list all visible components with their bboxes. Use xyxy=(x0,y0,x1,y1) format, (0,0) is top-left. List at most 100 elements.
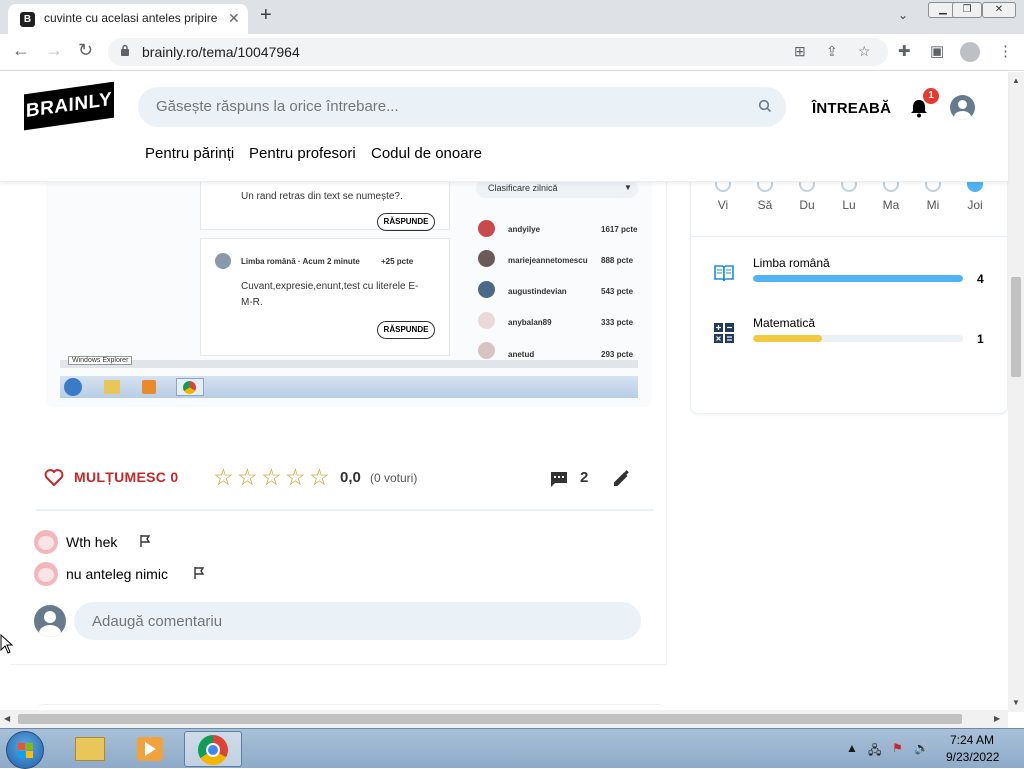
back-arrow-icon[interactable]: ← xyxy=(12,40,30,61)
embedded-answer-button: RĂSPUNDE xyxy=(377,321,435,339)
add-comment-field[interactable] xyxy=(74,602,641,640)
clock-date[interactable]: 9/23/2022 xyxy=(946,750,999,764)
embedded-rank-avatar xyxy=(478,250,495,267)
current-user-avatar xyxy=(34,605,66,637)
embedded-question-points: +25 pcte xyxy=(381,257,414,266)
search-bar[interactable] xyxy=(138,87,786,127)
tab-title: cuvinte cu acelasi anteles pripire xyxy=(44,11,218,25)
embedded-media-icon xyxy=(142,380,156,394)
embedded-rank-user: augustindevian xyxy=(508,287,567,296)
daily-activity-panel: Vi Să Du Lu Ma Mi Joi Limba română 4 Matematic… xyxy=(690,182,1008,414)
rating-star-icon[interactable]: ☆ xyxy=(237,464,258,491)
edit-pencil-icon[interactable] xyxy=(611,469,631,489)
action-center-icon[interactable]: ⚑ xyxy=(892,741,903,755)
user-avatar[interactable] xyxy=(950,95,975,120)
divider xyxy=(36,509,654,511)
nav-link-teachers[interactable]: Pentru profesori xyxy=(249,145,356,162)
address-bar[interactable]: brainly.ro/tema/10047964 ⊞ ⇪ ☆ xyxy=(108,38,888,66)
streak-empty-icon xyxy=(799,182,815,192)
search-input[interactable] xyxy=(156,98,716,115)
add-comment-input[interactable] xyxy=(92,613,592,630)
subject-count: 4 xyxy=(977,272,984,286)
embedded-question-text: M-R. xyxy=(241,297,263,308)
new-tab-button[interactable]: + xyxy=(260,4,272,27)
notification-count-badge: 1 xyxy=(923,88,939,104)
embedded-start-icon xyxy=(64,378,82,396)
flag-icon[interactable] xyxy=(192,566,206,580)
site-header: BRAINLY ÎNTREABĂ 1 Pentru părinți Pentru… xyxy=(0,72,1008,182)
close-window-button[interactable]: ✕ xyxy=(982,2,1016,18)
profile-icon[interactable] xyxy=(960,42,980,62)
heart-icon[interactable] xyxy=(44,469,64,487)
search-icon[interactable] xyxy=(758,99,772,113)
rating-star-icon[interactable]: ☆ xyxy=(213,464,234,491)
restore-button[interactable]: ❐ xyxy=(952,2,982,18)
comment-avatar[interactable] xyxy=(34,530,58,554)
flag-icon[interactable] xyxy=(138,534,152,548)
horizontal-scrollbar[interactable]: ◀ ▶ xyxy=(0,710,1008,728)
subject-label: Limba română xyxy=(753,256,830,270)
comments-icon[interactable] xyxy=(550,471,568,488)
bookmark-star-icon[interactable]: ☆ xyxy=(858,43,871,60)
embedded-rank-points: 333 pcte xyxy=(601,318,634,327)
weekday-item: Lu xyxy=(839,182,859,212)
scroll-down-arrow-icon[interactable]: ▼ xyxy=(1012,698,1020,707)
weekday-item: Vi xyxy=(713,182,733,212)
tab-search-chevron-icon[interactable]: ⌄ xyxy=(898,8,908,22)
weekday-label: Ma xyxy=(882,198,900,212)
answer-attachment-image: Un rand retras din text se numește?. RĂS… xyxy=(46,182,652,407)
menu-dots-icon[interactable]: ⋮ xyxy=(998,42,1013,60)
reload-icon[interactable]: ↻ xyxy=(78,40,93,61)
embedded-rank-points: 1617 pcte xyxy=(601,225,638,234)
weekday-label: Du xyxy=(799,198,815,212)
translate-icon[interactable]: ⊞ xyxy=(794,43,806,60)
clock-time[interactable]: 7:24 AM xyxy=(950,733,994,747)
network-icon[interactable]: 🖧 xyxy=(868,741,881,762)
lock-icon[interactable] xyxy=(120,44,130,57)
brainly-logo[interactable]: BRAINLY xyxy=(24,81,114,131)
forward-arrow-icon[interactable]: → xyxy=(45,40,63,61)
horizontal-scroll-thumb[interactable] xyxy=(18,714,962,724)
weekday-item: Ma xyxy=(881,182,901,212)
calculator-icon xyxy=(714,323,734,343)
ask-question-button[interactable]: ÎNTREABĂ xyxy=(812,100,891,117)
streak-empty-icon xyxy=(925,182,941,192)
scroll-left-arrow-icon[interactable]: ◀ xyxy=(4,714,10,723)
nav-link-honor-code[interactable]: Codul de onoare xyxy=(371,145,482,162)
chrome-icon xyxy=(198,735,228,765)
rating-star-icon[interactable]: ☆ xyxy=(309,464,330,491)
embedded-chrome-icon xyxy=(183,381,196,394)
taskbar-media-player[interactable] xyxy=(122,731,180,767)
taskbar-chrome[interactable] xyxy=(184,731,242,767)
share-icon[interactable]: ⇪ xyxy=(826,43,838,60)
nav-link-parents[interactable]: Pentru părinți xyxy=(145,145,234,162)
embedded-ranking-select: Clasificare zilnică ▼ xyxy=(476,182,638,198)
taskbar-explorer[interactable] xyxy=(62,731,120,767)
rating-star-icon[interactable]: ☆ xyxy=(261,464,282,491)
side-panel-icon[interactable]: ▣ xyxy=(930,42,944,60)
volume-icon[interactable]: 🔊 xyxy=(914,741,929,755)
answer-actions: MULȚUMESC 0 ☆ ☆ ☆ ☆ ☆ 0,0 (0 voturi) 2 xyxy=(10,457,667,497)
vertical-scroll-thumb[interactable] xyxy=(1011,277,1021,377)
browser-tab[interactable]: B cuvinte cu acelasi anteles pripire ✕ xyxy=(8,4,248,34)
tray-expand-icon[interactable]: ▲ xyxy=(846,741,858,755)
embedded-scrollbar xyxy=(60,360,638,368)
scroll-right-arrow-icon[interactable]: ▶ xyxy=(994,714,1000,723)
streak-empty-icon xyxy=(757,182,773,192)
comment-count: 2 xyxy=(580,469,589,486)
vertical-scrollbar[interactable]: ▲ ▼ xyxy=(1008,72,1024,712)
thanks-button[interactable]: MULȚUMESC 0 xyxy=(74,469,178,485)
embedded-ranking-select-label: Clasificare zilnică xyxy=(488,183,558,193)
subject-progress-fill xyxy=(753,275,963,282)
rating-star-icon[interactable]: ☆ xyxy=(285,464,306,491)
subject-count: 1 xyxy=(977,332,984,346)
weekday-label: Vi xyxy=(717,198,729,212)
embedded-question-card: Un rand retras din text se numește?. RĂS… xyxy=(200,182,450,231)
extensions-puzzle-icon[interactable]: ✚ xyxy=(898,42,911,60)
start-button[interactable] xyxy=(6,731,44,769)
scroll-up-arrow-icon[interactable]: ▲ xyxy=(1012,76,1020,85)
tab-close-icon[interactable]: ✕ xyxy=(228,10,240,27)
embedded-rank-user: mariejeannetomescu xyxy=(508,256,588,265)
subject-label: Matematică xyxy=(753,316,816,330)
comment-avatar[interactable] xyxy=(34,562,58,586)
